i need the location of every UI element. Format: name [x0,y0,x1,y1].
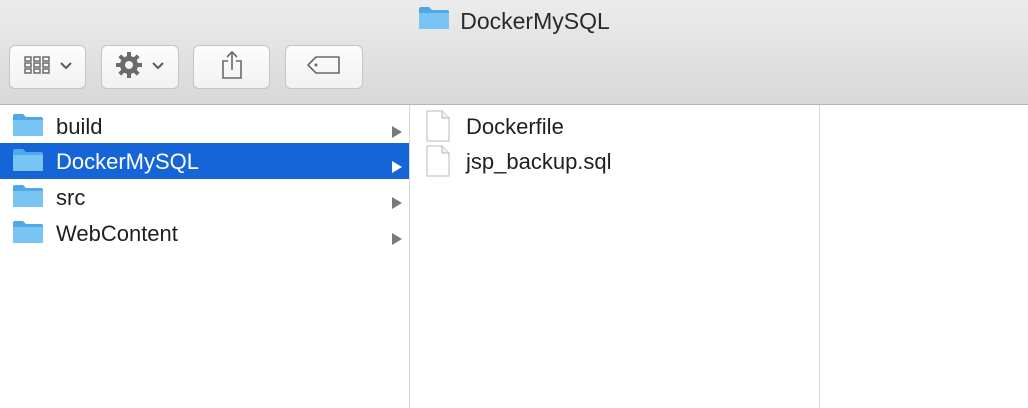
list-item-label: Dockerfile [466,114,564,139]
folder-icon [418,6,450,36]
list-item-label: jsp_backup.sql [466,149,612,174]
window-titlebar: DockerMySQL [0,0,1028,105]
chevron-down-icon [59,58,73,76]
column-browser: build DockerMySQL src WebContent Dockerf… [0,105,1028,408]
tag-icon [306,55,342,80]
list-item[interactable]: src [0,179,409,215]
disclosure-arrow-icon [391,154,403,180]
view-options-button[interactable] [9,45,86,89]
disclosure-arrow-icon [391,190,403,216]
list-item[interactable]: WebContent [0,215,409,251]
action-menu-button[interactable] [101,45,179,89]
list-item[interactable]: build [0,108,409,144]
list-item-label: build [56,114,103,139]
folder-icon [12,148,44,178]
window-title-text: DockerMySQL [460,7,610,34]
folder-icon [12,220,44,250]
column-1[interactable]: build DockerMySQL src WebContent [0,105,410,408]
document-icon [426,145,450,183]
window-title: DockerMySQL [0,6,1028,36]
list-item[interactable]: Dockerfile [410,108,819,144]
list-item[interactable]: DockerMySQL [0,143,409,179]
disclosure-arrow-icon [391,119,403,145]
list-item-label: WebContent [56,221,178,246]
list-item-label: src [56,185,86,210]
folder-icon [12,113,44,143]
list-item[interactable]: jsp_backup.sql [410,143,819,179]
disclosure-arrow-icon [391,226,403,252]
tag-button[interactable] [285,45,363,89]
folder-icon [12,184,44,214]
share-icon [220,50,244,85]
share-button[interactable] [193,45,270,89]
chevron-down-icon [151,58,165,76]
gear-icon [115,51,143,84]
column-2[interactable]: Dockerfile jsp_backup.sql [410,105,820,408]
list-item-label: DockerMySQL [56,149,200,174]
column-3[interactable] [820,105,1028,408]
grid-view-icon [23,55,51,80]
